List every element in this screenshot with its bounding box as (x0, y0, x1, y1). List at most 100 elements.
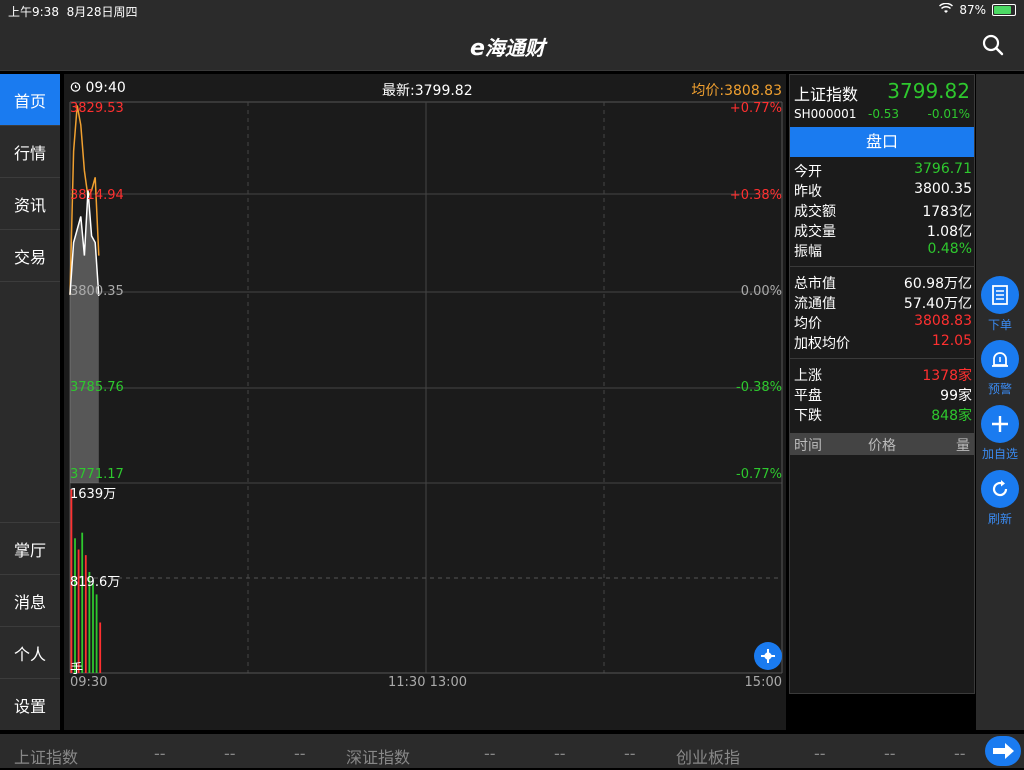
quote-label: 今开 (794, 164, 822, 180)
trade-table-header: 时间 价格 量 (790, 433, 974, 455)
status-time: 上午9:38 (8, 5, 59, 19)
pct-axis-label: 0.00% (740, 284, 782, 299)
volume-axis-mid: 819.6万 (70, 575, 121, 590)
quote-value: 1783亿 (922, 204, 972, 220)
index-code: SH000001 (794, 107, 857, 121)
sidebar-item-messages[interactable]: 消息 (0, 575, 60, 627)
quote-row: 总市值 60.98万亿 (794, 273, 972, 293)
tools-bar: 下单 预警 加自选 刷新 (976, 74, 1024, 730)
add-watchlist-button[interactable]: 加自选 (979, 405, 1021, 462)
sidebar-item-personal[interactable]: 个人 (0, 627, 60, 679)
quote-label: 成交额 (794, 204, 836, 220)
quote-value: 1.08亿 (926, 224, 972, 240)
ticker-value: -- (294, 744, 306, 763)
sidebar-item-settings[interactable]: 设置 (0, 679, 60, 730)
quote-row: 平盘 99家 (794, 385, 972, 405)
ticker-value: -- (954, 744, 966, 763)
ticker-value: -- (884, 744, 896, 763)
collapse-chart-icon[interactable] (754, 642, 782, 670)
status-date: 8月28日周四 (66, 5, 138, 19)
sidebar: 首页 行情 资讯 交易 掌厅 消息 个人 设置 (0, 74, 60, 730)
quote-label: 流通值 (794, 296, 836, 312)
time-axis-mid: 11:30 13:00 (388, 675, 468, 690)
volume-axis-max: 1639万 (70, 487, 117, 502)
quote-label: 上涨 (794, 368, 822, 384)
battery-percent: 87% (959, 3, 986, 17)
quote-row: 加权均价 12.05 (794, 333, 972, 353)
quote-value: 3808.83 (914, 313, 972, 329)
quote-label: 均价 (794, 316, 822, 332)
price-axis-label: 3800.35 (70, 284, 124, 299)
quote-value: 60.98万亿 (903, 276, 972, 292)
plus-icon (981, 405, 1019, 443)
column-volume: 量 (956, 438, 970, 454)
quote-row: 昨收 3800.35 (794, 181, 972, 201)
volume-bar (81, 532, 84, 673)
ticker-name: 上证指数 (14, 748, 79, 767)
wifi-icon (939, 2, 954, 17)
ticker-value: -- (624, 744, 636, 763)
column-time: 时间 (794, 438, 822, 454)
price-axis-label: 3785.76 (70, 380, 124, 395)
index-name: 上证指数 (794, 85, 859, 104)
sidebar-item-trade[interactable]: 交易 (0, 230, 60, 282)
quote-label: 总市值 (794, 276, 836, 292)
volume-bar (99, 622, 102, 673)
quote-label: 成交量 (794, 224, 836, 240)
status-bar: 上午9:38 8月28日周四 87% (0, 0, 1024, 20)
sidebar-item-home[interactable]: 首页 (0, 74, 60, 126)
quote-value: 848家 (931, 408, 972, 424)
quote-value: 3800.35 (914, 181, 972, 197)
quote-value: 1378家 (922, 368, 972, 384)
divider (790, 358, 974, 359)
pct-axis-label: +0.77% (729, 101, 782, 116)
quote-label: 平盘 (794, 388, 822, 404)
ticker-value: -- (224, 744, 236, 763)
volume-bar (95, 594, 98, 673)
order-button[interactable]: 下单 (979, 276, 1021, 333)
order-icon (981, 276, 1019, 314)
quote-row: 成交量 1.08亿 (794, 221, 972, 241)
index-price: 3799.82 (887, 79, 970, 103)
pct-axis-label: -0.38% (736, 380, 782, 395)
ticker-name: 深证指数 (346, 748, 411, 767)
quote-row: 振幅 0.48% (794, 241, 972, 261)
ticker-value: -- (814, 744, 826, 763)
sidebar-item-news[interactable]: 资讯 (0, 178, 60, 230)
quote-panel: 上证指数 3799.82 SH000001 -0.53 -0.01% 盘口 今开… (789, 74, 975, 694)
sidebar-item-market[interactable]: 行情 (0, 126, 60, 178)
quote-value: 12.05 (931, 333, 972, 349)
refresh-button[interactable]: 刷新 (979, 470, 1021, 527)
alert-button[interactable]: 预警 (979, 340, 1021, 397)
divider (790, 266, 974, 267)
index-ticker: 上证指数 -- -- -- 深证指数 -- -- -- 创业板指 -- -- -… (0, 734, 1024, 768)
search-icon[interactable] (982, 34, 1004, 56)
quote-value: 3796.71 (914, 161, 972, 177)
refresh-icon (981, 470, 1019, 508)
ticker-next-icon[interactable] (985, 736, 1021, 766)
quote-row: 流通值 57.40万亿 (794, 293, 972, 313)
quote-row: 上涨 1378家 (794, 365, 972, 385)
quote-label: 加权均价 (794, 336, 850, 352)
ticker-name: 创业板指 (676, 748, 741, 767)
quote-row: 成交额 1783亿 (794, 201, 972, 221)
ticker-value: -- (484, 744, 496, 763)
volume-bar (74, 538, 76, 673)
battery-icon (992, 4, 1016, 16)
index-change-pct: -0.01% (927, 107, 970, 121)
quote-label: 振幅 (794, 244, 822, 260)
intraday-chart[interactable]: 09:40 最新:3799.82 均价:3808.83 3829.53 3814… (64, 74, 786, 730)
chart-canvas (69, 101, 783, 674)
price-axis-label: 3814.94 (70, 188, 124, 203)
sidebar-item-hall[interactable]: 掌厅 (0, 522, 60, 575)
quote-value: 99家 (940, 388, 972, 404)
alarm-icon (981, 340, 1019, 378)
quote-row: 今开 3796.71 (794, 161, 972, 181)
quote-value: 0.48% (927, 241, 972, 257)
time-axis-start: 09:30 (70, 675, 108, 690)
app-logo: e海通财 (470, 36, 545, 61)
tab-pankou[interactable]: 盘口 (790, 127, 974, 157)
price-area (70, 190, 99, 484)
price-axis-label: 3771.17 (70, 467, 124, 482)
volume-bar (77, 549, 80, 673)
